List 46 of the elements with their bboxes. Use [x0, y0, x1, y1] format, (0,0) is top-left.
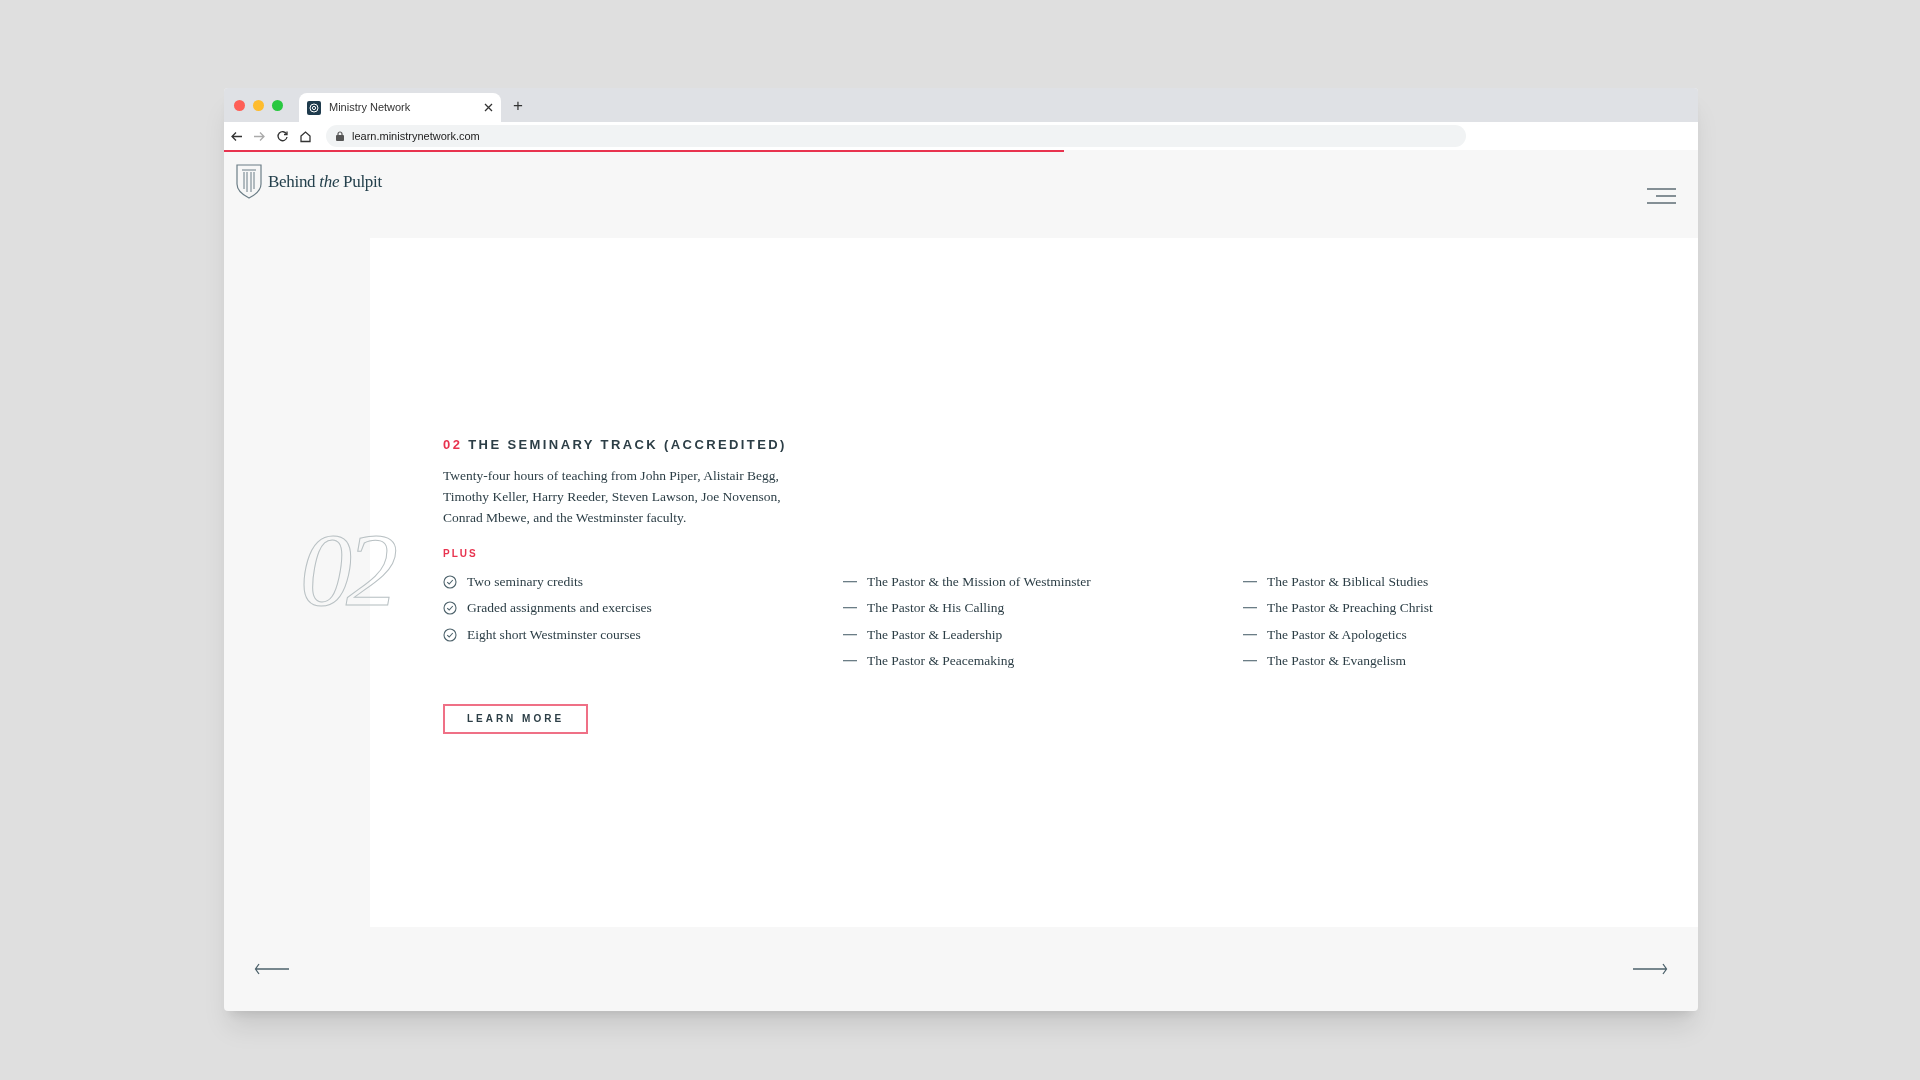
feature-text: Two seminary credits: [467, 572, 584, 591]
course-title: The Pastor & Leadership: [867, 625, 1003, 644]
dash-icon: [1243, 633, 1257, 636]
dash-icon: [843, 607, 857, 610]
back-icon[interactable]: [230, 129, 243, 143]
close-icon[interactable]: [484, 103, 493, 112]
course-title: The Pastor & Evangelism: [1267, 652, 1407, 671]
feature-text: Eight short Westminster courses: [467, 625, 641, 644]
check-circle-icon: [443, 627, 457, 642]
dash-icon: [843, 580, 857, 583]
shield-logo-icon: [236, 164, 262, 199]
course-title: The Pastor & Preaching Christ: [1267, 599, 1433, 618]
check-circle-icon: [443, 574, 457, 589]
home-icon[interactable]: [299, 129, 312, 143]
section-description: Twenty-four hours of teaching from John Piper, Alistair Begg, Timothy Keller, Harry Reeder, Steven Lawson, Joe Novenson, Conrad Mbewe, and the Westminster faculty.: [443, 466, 782, 527]
section-number: 02: [300, 518, 392, 622]
close-window-icon[interactable]: [234, 99, 245, 111]
course-title: The Pastor & Peacemaking: [867, 652, 1015, 671]
dash-icon: [843, 660, 857, 663]
plus-label: PLUS: [443, 546, 479, 561]
previous-arrow-icon[interactable]: [254, 963, 290, 975]
address-bar[interactable]: learn.ministrynetwork.com: [326, 125, 1466, 147]
dash-icon: [1243, 580, 1257, 583]
next-arrow-icon[interactable]: [1632, 963, 1668, 975]
feature-text: Graded assignments and exercises: [467, 599, 652, 618]
section-index: 02: [443, 436, 463, 454]
reload-icon[interactable]: [276, 129, 289, 143]
menu-icon[interactable]: [1647, 188, 1676, 204]
lock-icon: [336, 131, 344, 141]
url-text: learn.ministrynetwork.com: [352, 128, 480, 144]
new-tab-button[interactable]: +: [513, 96, 523, 114]
browser-tab[interactable]: Ministry Network: [299, 93, 501, 122]
tab-title: Ministry Network: [329, 100, 412, 116]
forward-icon[interactable]: [253, 129, 266, 143]
learn-more-button[interactable]: LEARN MORE: [443, 703, 588, 734]
section-title: THE SEMINARY TRACK (ACCREDITED): [468, 436, 787, 454]
course-title: The Pastor & Biblical Studies: [1267, 572, 1429, 591]
course-title: The Pastor & His Calling: [867, 599, 1005, 618]
course-title: The Pastor & Apologetics: [1267, 625, 1407, 644]
dash-icon: [843, 633, 857, 636]
dash-icon: [1243, 660, 1257, 663]
logo-text[interactable]: Behind the Pulpit: [268, 168, 382, 195]
course-title: The Pastor & the Mission of Westminster: [867, 572, 1091, 591]
check-circle-icon: [443, 601, 457, 616]
logo-icon: [307, 100, 321, 115]
dash-icon: [1243, 607, 1257, 610]
